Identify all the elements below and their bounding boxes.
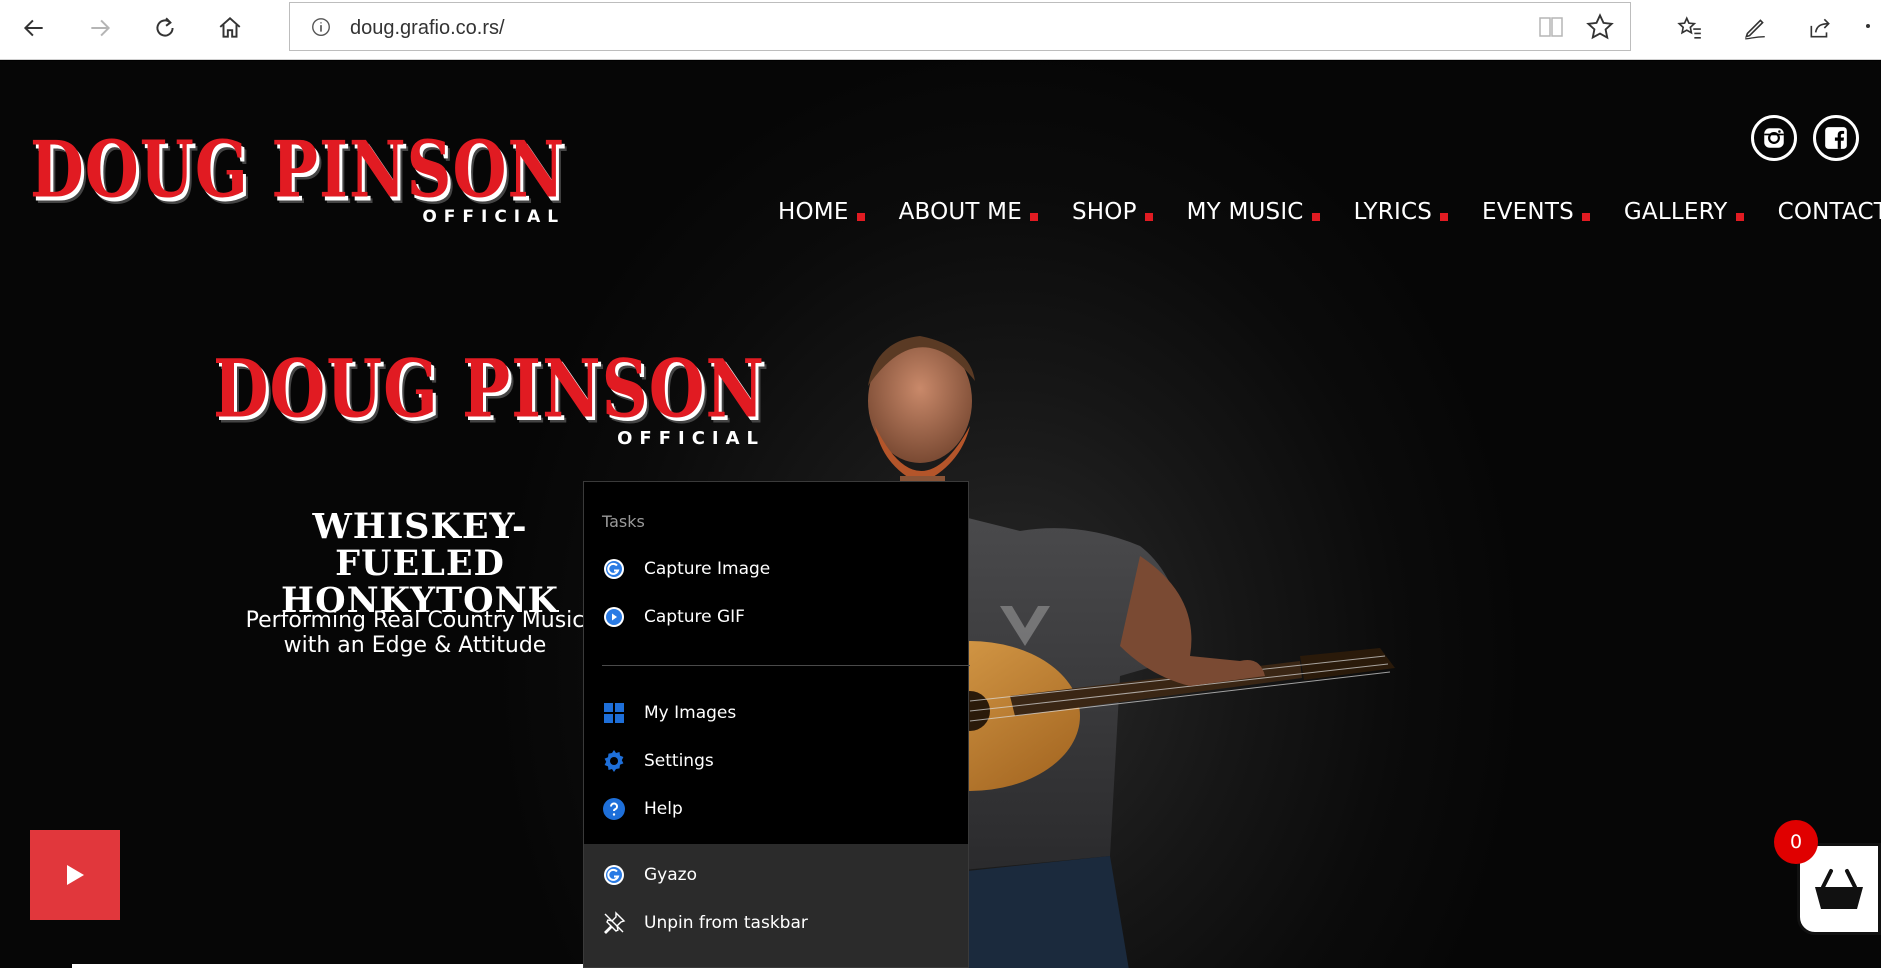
nav-contact[interactable]: CONTACT	[1778, 199, 1881, 225]
gyazo-app-icon	[602, 863, 626, 887]
instagram-icon	[1764, 128, 1784, 148]
gyazo-icon	[602, 557, 626, 581]
unpin-icon	[602, 911, 626, 935]
facebook-button[interactable]	[1813, 115, 1859, 161]
nav-lyrics[interactable]: LYRICS	[1354, 199, 1449, 225]
gear-icon	[602, 749, 626, 773]
jump-list-app-section: Gyazo Unpin from taskbar	[584, 844, 968, 967]
settings-label: Settings	[644, 751, 714, 771]
jump-list-separator	[602, 665, 970, 666]
gyazo-app-item[interactable]: Gyazo	[602, 860, 697, 890]
home-icon	[219, 16, 241, 38]
main-nav: HOME ABOUT ME SHOP MY MUSIC LYRICS EVENT…	[778, 199, 1881, 225]
favorite-star-icon[interactable]	[1586, 13, 1614, 41]
refresh-icon	[156, 17, 174, 37]
share-icon	[1810, 18, 1830, 38]
unpin-label: Unpin from taskbar	[644, 913, 808, 933]
favorites-list-icon	[1677, 16, 1701, 39]
jump-list-menu: Tasks Capture Image Capture GIF My Image…	[583, 481, 970, 968]
scroll-indicator	[72, 964, 584, 968]
nav-shop[interactable]: SHOP	[1072, 199, 1153, 225]
pen-icon	[1745, 19, 1765, 40]
capture-gif-label: Capture GIF	[644, 607, 745, 627]
help-icon	[602, 797, 626, 821]
share-button[interactable]	[1800, 10, 1840, 46]
desc-line2: with an Edge & Attitude	[283, 633, 547, 658]
back-button[interactable]	[14, 10, 54, 46]
jump-list-header: Tasks	[602, 512, 645, 531]
reading-view-icon[interactable]	[1538, 15, 1564, 39]
cart-count-badge: 0	[1774, 820, 1818, 864]
grid-icon	[602, 701, 626, 725]
capture-image-label: Capture Image	[644, 559, 771, 579]
address-bar[interactable]: doug.grafio.co.rs/	[289, 2, 1631, 51]
basket-icon	[1815, 869, 1863, 909]
facebook-icon	[1825, 127, 1847, 149]
nav-home[interactable]: HOME	[778, 199, 865, 225]
gyazo-gif-icon	[602, 605, 626, 629]
web-note-button[interactable]	[1735, 10, 1775, 46]
hero-logo: DOUG PINSON OFFICIAL	[213, 349, 765, 449]
settings-item[interactable]: Settings	[602, 746, 714, 776]
hero-description: Performing Real Country Music with an Ed…	[220, 608, 610, 658]
logo-name: DOUG PINSON	[30, 124, 566, 216]
forward-button[interactable]	[80, 10, 120, 46]
gyazo-app-label: Gyazo	[644, 865, 697, 885]
play-button[interactable]	[30, 830, 120, 920]
nav-about-me[interactable]: ABOUT ME	[899, 199, 1039, 225]
favorites-button[interactable]	[1670, 10, 1710, 46]
my-images-item[interactable]: My Images	[602, 698, 736, 728]
hero-logo-name: DOUG PINSON	[213, 342, 766, 437]
unpin-item[interactable]: Unpin from taskbar	[602, 908, 808, 938]
url-text[interactable]: doug.grafio.co.rs/	[350, 17, 505, 40]
browser-toolbar: doug.grafio.co.rs/	[0, 0, 1881, 60]
home-button[interactable]	[210, 10, 250, 46]
my-images-label: My Images	[644, 703, 737, 723]
hero-tagline: WHISKEY-FUELED HONKYTONK	[270, 508, 570, 619]
desc-line1: Performing Real Country Music	[245, 608, 585, 633]
nav-my-music[interactable]: MY MUSIC	[1187, 199, 1320, 225]
help-item[interactable]: Help	[602, 794, 683, 824]
tagline-line1: WHISKEY-FUELED	[312, 506, 528, 584]
more-dots-icon[interactable]	[1866, 24, 1870, 28]
capture-gif-item[interactable]: Capture GIF	[602, 602, 745, 632]
instagram-button[interactable]	[1751, 115, 1797, 161]
header-logo[interactable]: DOUG PINSON OFFICIAL	[30, 131, 565, 227]
nav-events[interactable]: EVENTS	[1482, 199, 1590, 225]
info-icon[interactable]	[310, 16, 332, 38]
play-icon	[67, 865, 84, 885]
capture-image-item[interactable]: Capture Image	[602, 554, 770, 584]
nav-gallery[interactable]: GALLERY	[1624, 199, 1744, 225]
arrow-right-icon	[91, 19, 111, 37]
arrow-left-icon	[23, 19, 43, 37]
refresh-button[interactable]	[145, 10, 185, 46]
help-label: Help	[644, 799, 683, 819]
